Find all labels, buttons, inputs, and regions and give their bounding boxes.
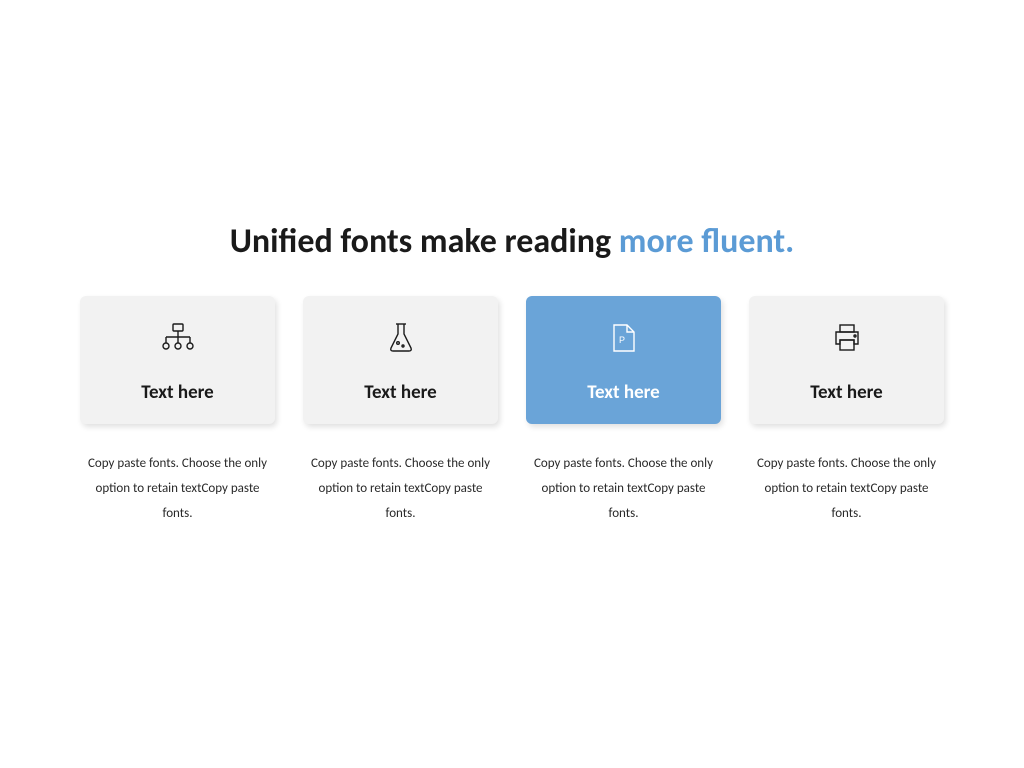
- title-main: Unified fonts make reading: [230, 221, 619, 262]
- card-column-1: Text here Copy paste fonts. Choose the o…: [80, 296, 275, 526]
- card-2-desc: Copy paste fonts. Choose the only option…: [303, 452, 498, 526]
- title-accent: more fluent.: [619, 221, 794, 262]
- card-3-desc: Copy paste fonts. Choose the only option…: [526, 452, 721, 526]
- card-1[interactable]: Text here: [80, 296, 275, 424]
- presentation-slide: Unified fonts make reading more fluent.: [0, 0, 1024, 768]
- card-column-2: Text here Copy paste fonts. Choose the o…: [303, 296, 498, 526]
- slide-title: Unified fonts make reading more fluent.: [80, 220, 944, 264]
- svg-text:P: P: [619, 335, 625, 345]
- card-4-title: Text here: [810, 381, 883, 404]
- card-4-desc: Copy paste fonts. Choose the only option…: [749, 452, 944, 526]
- card-3-title: Text here: [587, 381, 660, 404]
- card-2[interactable]: Text here: [303, 296, 498, 424]
- card-1-desc: Copy paste fonts. Choose the only option…: [80, 452, 275, 526]
- card-4[interactable]: Text here: [749, 296, 944, 424]
- card-2-title: Text here: [364, 381, 437, 404]
- hierarchy-icon: [161, 318, 195, 358]
- card-3[interactable]: P Text here: [526, 296, 721, 424]
- printer-icon: [831, 318, 863, 358]
- flask-icon: [387, 318, 415, 358]
- cards-row: Text here Copy paste fonts. Choose the o…: [80, 296, 944, 526]
- card-column-3: P Text here Copy paste fonts. Choose the…: [526, 296, 721, 526]
- file-icon: P: [611, 318, 637, 358]
- card-1-title: Text here: [141, 381, 214, 404]
- card-column-4: Text here Copy paste fonts. Choose the o…: [749, 296, 944, 526]
